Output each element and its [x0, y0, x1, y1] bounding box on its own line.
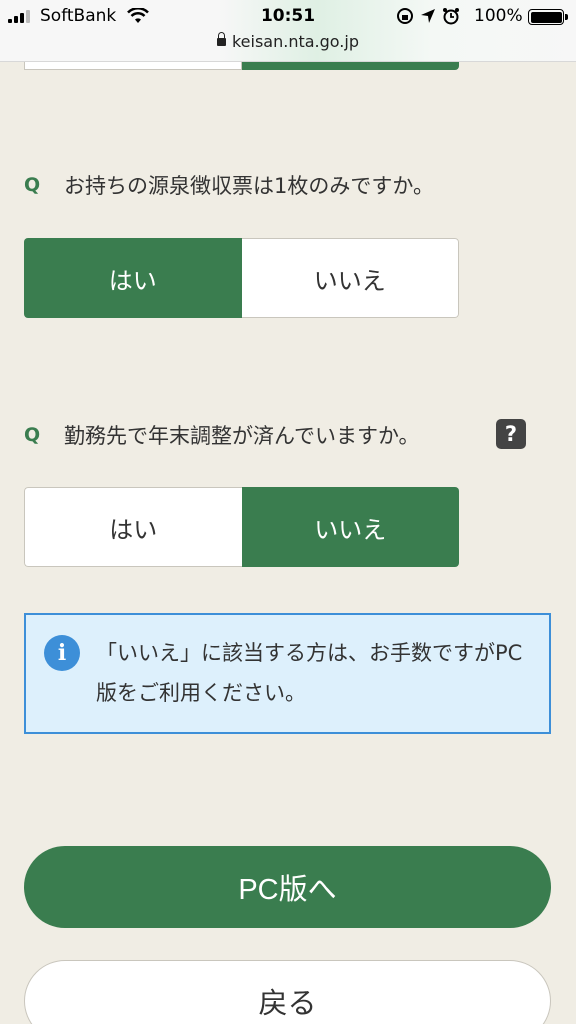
question-text: 勤務先で年末調整が済んでいますか。 [64, 424, 420, 448]
question-marker: Q [24, 174, 41, 196]
info-icon: i [44, 635, 80, 671]
alarm-icon [443, 8, 459, 25]
info-message-text: 「いいえ」に該当する方は、お手数ですがPC版をご利用ください。 [96, 641, 523, 705]
status-bar: SoftBank 10:51 100% keisan.nta.go.jp [0, 0, 576, 62]
q2-no-button[interactable]: いいえ [241, 487, 459, 567]
back-button[interactable]: 戻る [24, 960, 551, 1024]
lock-icon [216, 32, 226, 46]
question-2: Q 勤務先で年末調整が済んでいますか。 [24, 420, 420, 450]
url-text: keisan.nta.go.jp [231, 32, 359, 51]
previous-toggle-cutoff [24, 62, 459, 70]
location-arrow-icon [421, 9, 435, 23]
question-text: お持ちの源泉徴収票は1枚のみですか。 [64, 174, 434, 198]
info-message-box: i 「いいえ」に該当する方は、お手数ですがPC版をご利用ください。 [24, 613, 551, 734]
address-bar[interactable]: keisan.nta.go.jp [0, 32, 576, 51]
question-2-toggle: はい いいえ [24, 487, 459, 567]
q2-yes-button[interactable]: はい [24, 487, 242, 567]
question-marker: Q [24, 424, 41, 446]
help-icon[interactable]: ? [496, 419, 526, 449]
battery-icon [528, 9, 568, 25]
rotation-lock-icon [397, 8, 413, 24]
question-1-toggle: はい いいえ [24, 238, 459, 318]
pc-version-button[interactable]: PC版へ [24, 846, 551, 928]
battery-percentage: 100% [474, 6, 523, 26]
q1-yes-button[interactable]: はい [24, 238, 242, 318]
question-1: Q お持ちの源泉徴収票は1枚のみですか。 [24, 170, 434, 200]
q1-no-button[interactable]: いいえ [241, 238, 459, 318]
